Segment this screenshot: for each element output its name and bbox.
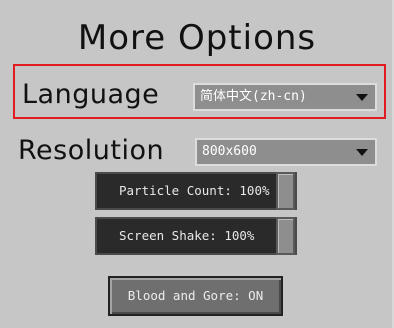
chevron-down-icon xyxy=(356,149,368,156)
language-dropdown[interactable]: 简体中文(zh-cn) xyxy=(193,83,377,111)
chevron-down-icon xyxy=(356,94,368,101)
particle-count-slider-handle[interactable] xyxy=(276,172,295,210)
language-dropdown-value: 简体中文(zh-cn) xyxy=(200,89,307,104)
resolution-dropdown[interactable]: 800x600 xyxy=(195,138,377,166)
blood-and-gore-toggle-button[interactable]: Blood and Gore: ON xyxy=(108,276,283,316)
screen-shake-slider[interactable]: Screen Shake: 100% xyxy=(95,217,297,255)
particle-count-slider-label: Particle Count: 100% xyxy=(119,183,270,198)
resolution-label: Resolution xyxy=(18,135,165,166)
particle-count-slider[interactable]: Particle Count: 100% xyxy=(95,172,297,210)
screen-shake-slider-label: Screen Shake: 100% xyxy=(119,228,255,243)
language-label: Language xyxy=(22,79,160,110)
resolution-dropdown-value: 800x600 xyxy=(202,144,257,159)
page-title: More Options xyxy=(77,18,317,58)
options-panel: More Options Language 简体中文(zh-cn) Resolu… xyxy=(0,0,394,328)
screen-shake-slider-handle[interactable] xyxy=(276,217,295,255)
